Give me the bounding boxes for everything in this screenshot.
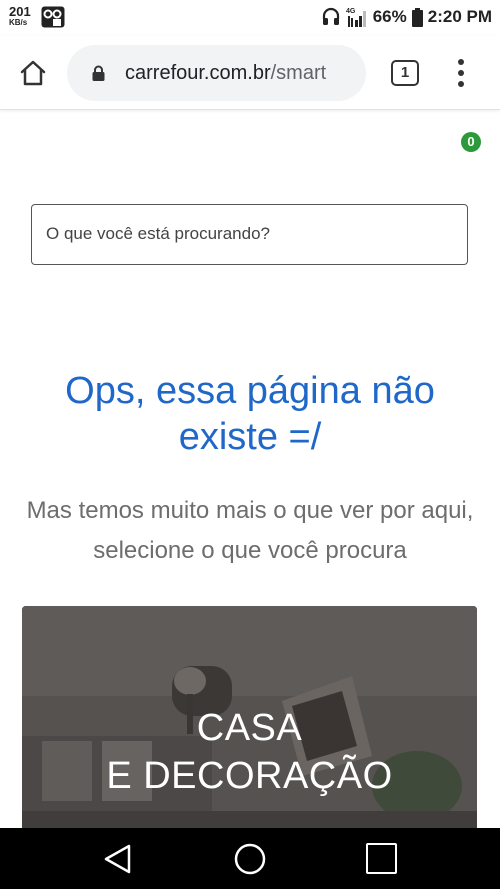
network-speed-unit: KB/s [9,18,28,27]
category-card-home-decor[interactable]: CASA E DECORAÇÃO [22,606,477,846]
category-title-line1: CASA [196,707,303,749]
system-nav-bar [0,828,500,889]
recent-apps-icon[interactable] [366,843,397,874]
cart-count-badge[interactable]: 0 [461,132,481,152]
signal-icon: 4G [346,8,366,27]
battery-percent: 66% [372,7,407,26]
category-card-title: CASA E DECORAÇÃO [22,704,477,800]
network-speed-value: 201 [9,4,31,19]
tab-switcher-button[interactable]: 1 [391,60,419,86]
tab-count: 1 [400,64,410,81]
category-title-line2: E DECORAÇÃO [106,755,393,797]
status-icons: 4G 66% 2:20 PM [321,5,492,29]
clock: 2:20 PM [427,7,492,26]
error-subtitle: Mas temos muito mais o que ver por aqui,… [26,497,474,564]
status-bar: 201 KB/s 4G 66% 2:20 PM [0,0,500,36]
more-menu-icon[interactable] [450,56,472,90]
address-bar[interactable]: carrefour.com.br/smart [67,45,366,101]
network-speed: 201 KB/s [9,5,35,28]
back-icon[interactable] [101,842,135,876]
battery-icon [411,7,423,27]
lock-icon [92,65,105,81]
home-circle-icon[interactable] [233,842,267,876]
search-input[interactable] [46,219,446,249]
home-button[interactable] [14,54,52,92]
oo-app-icon [41,6,65,28]
error-title: Ops, essa página não existe =/ [65,370,435,458]
url-path: /smart [270,62,327,84]
search-box[interactable] [31,204,468,265]
home-icon [20,60,46,86]
url-domain: carrefour.com.br [125,62,271,84]
headphones-icon [322,7,339,25]
url-text[interactable]: carrefour.com.br/smart [125,61,365,85]
network-type: 4G [346,8,356,15]
browser-toolbar: carrefour.com.br/smart 1 [0,36,500,110]
